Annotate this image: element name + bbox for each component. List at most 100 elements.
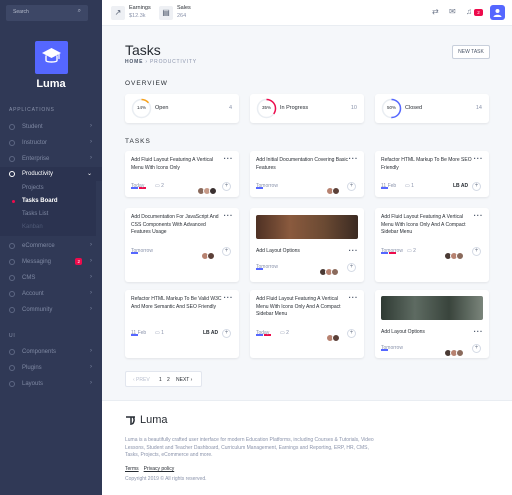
sidebar-item-layouts[interactable]: Layouts ›	[0, 377, 102, 391]
task-title: Add Fluid Layout Featuring A Vertical Me…	[256, 296, 341, 317]
chevron-right-icon: ›	[90, 155, 92, 161]
sidebar-item-plugins[interactable]: Plugins ›	[0, 361, 102, 375]
task-title: Refactor HTML Markup To Be More SEO Frie…	[381, 157, 472, 171]
earnings-label: Earnings	[129, 5, 151, 11]
chevron-right-icon: ›	[90, 380, 92, 386]
task-card[interactable]: Refactor HTML Markup To Be More SEO Frie…	[375, 151, 489, 197]
task-due: 11 Feb	[131, 330, 147, 336]
sidebar-item-components[interactable]: Components ›	[0, 345, 102, 359]
notification-badge: 2	[474, 9, 483, 16]
pagination-prev[interactable]: ‹ PREV	[133, 377, 150, 383]
productivity-icon	[9, 171, 15, 177]
more-options-icon[interactable]: ···	[349, 154, 359, 163]
more-options-icon[interactable]: ···	[224, 293, 234, 302]
add-assignee-button[interactable]: +	[347, 263, 356, 272]
task-tag: LB AD	[453, 183, 469, 189]
add-assignee-button[interactable]: +	[222, 182, 231, 191]
sidebar-item-enterprise[interactable]: Enterprise ›	[0, 152, 102, 166]
more-options-icon[interactable]: ···	[349, 246, 359, 255]
sidebar-subitem-tasks-board[interactable]: Tasks Board	[22, 198, 58, 204]
user-icon	[493, 9, 502, 17]
more-options-icon[interactable]: ···	[349, 293, 359, 302]
add-assignee-button[interactable]: +	[347, 329, 356, 338]
pagination-next[interactable]: NEXT ›	[176, 377, 192, 383]
add-assignee-button[interactable]: +	[472, 247, 481, 256]
task-card[interactable]: Add Documentation For JavaScript And CSS…	[125, 208, 239, 282]
sidebar-subitem-kanban[interactable]: Kanban	[22, 224, 43, 230]
ui-heading: UI	[9, 333, 16, 339]
sidebar-item-community[interactable]: Community ›	[0, 303, 102, 317]
applications-heading: APPLICATIONS	[9, 107, 55, 113]
search-icon[interactable]: ⌕	[78, 8, 81, 15]
task-card[interactable]: ··· Add Layout Options Tomorrow +	[375, 290, 489, 358]
add-assignee-button[interactable]: +	[222, 329, 231, 338]
more-options-icon[interactable]: ···	[224, 211, 234, 220]
sidebar-item-cms[interactable]: CMS ›	[0, 271, 102, 285]
overview-heading: OVERVIEW	[125, 80, 168, 87]
add-assignee-button[interactable]: +	[472, 182, 481, 191]
add-assignee-button[interactable]: +	[222, 247, 231, 256]
overview-card-open[interactable]: 14% Open 4	[125, 94, 239, 123]
instructor-icon	[9, 140, 15, 146]
graduation-cap-icon	[42, 48, 61, 63]
user-avatar[interactable]	[490, 5, 505, 20]
pagination-page-1[interactable]: 1	[159, 377, 162, 383]
brand-mark-icon	[126, 416, 135, 425]
add-assignee-button[interactable]: +	[472, 344, 481, 353]
terms-link[interactable]: Terms	[125, 466, 139, 472]
pagination-page-2[interactable]: 2	[167, 377, 170, 383]
more-options-icon[interactable]: ···	[474, 154, 484, 163]
task-card[interactable]: Add Initial Documentation Covering Basic…	[250, 151, 364, 197]
sidebar-item-student[interactable]: Student ›	[0, 120, 102, 134]
sidebar-subitem-projects[interactable]: Projects	[22, 185, 44, 191]
new-task-button[interactable]: NEW TASK	[452, 45, 490, 59]
more-options-icon[interactable]: ···	[224, 154, 234, 163]
sidebar-item-messaging[interactable]: Messaging 2 ›	[0, 255, 102, 269]
more-options-icon[interactable]: ···	[474, 327, 484, 336]
productivity-submenu: Projects Tasks Board Tasks List Kanban	[0, 181, 96, 236]
label-bars	[131, 176, 147, 189]
task-image	[256, 215, 358, 239]
brand-logo[interactable]	[35, 41, 68, 74]
breadcrumb-home[interactable]: HOME	[125, 59, 143, 65]
overview-card-in-progress[interactable]: 35% In Progress 10	[250, 94, 364, 123]
label-bars	[256, 176, 264, 189]
task-due: Tomorrow	[256, 264, 278, 270]
search-input[interactable]: Search ⌕	[6, 5, 88, 21]
chevron-down-icon: ⌄	[86, 171, 92, 177]
copyright: Copyright 2019 © All rights reserved.	[125, 476, 207, 482]
task-card[interactable]: ··· Add Layout Options Tomorrow +	[250, 208, 364, 282]
task-image	[381, 296, 483, 320]
components-icon	[9, 349, 15, 355]
footer-description: Luma is a beautifully crafted user inter…	[125, 437, 374, 458]
sidebar-item-instructor[interactable]: Instructor ›	[0, 136, 102, 150]
task-card[interactable]: Add Fluid Layout Featuring A Vertical Me…	[375, 208, 489, 282]
sidebar-item-account[interactable]: Account ›	[0, 287, 102, 301]
task-tag: LB AD	[203, 330, 219, 336]
sidebar-subitem-tasks-list[interactable]: Tasks List	[22, 211, 48, 217]
task-due: Today	[131, 183, 145, 189]
search-placeholder: Search	[13, 9, 29, 15]
comments-count: ▭ 1	[405, 183, 414, 189]
mail-icon[interactable]: ✉	[449, 7, 456, 16]
assignee-avatars	[444, 344, 464, 357]
community-icon	[9, 307, 15, 313]
task-card[interactable]: Add Fluid Layout Featuring A Vertical Me…	[250, 290, 364, 358]
sidebar-item-productivity[interactable]: Productivity ⌄	[0, 167, 102, 181]
privacy-link[interactable]: Privacy policy	[144, 466, 175, 472]
comments-count: ▭ 2	[280, 330, 289, 336]
task-card[interactable]: Add Fluid Layout Featuring A Vertical Me…	[125, 151, 239, 197]
assignee-avatars	[319, 263, 339, 276]
add-assignee-button[interactable]: +	[347, 182, 356, 191]
overview-card-closed[interactable]: 50% Closed 14	[375, 94, 489, 123]
task-due: Tomorrow	[256, 183, 278, 189]
cms-icon	[9, 275, 15, 281]
more-options-icon[interactable]: ···	[474, 211, 484, 220]
layouts-icon	[9, 381, 15, 387]
swap-icon[interactable]: ⇄	[432, 7, 439, 16]
task-card[interactable]: Refactor HTML Markup To Be Valid W3C And…	[125, 290, 239, 358]
sidebar-item-ecommerce[interactable]: eCommerce ›	[0, 239, 102, 253]
overview-count: 14	[475, 105, 482, 111]
messaging-badge: 2	[75, 258, 82, 265]
bell-icon[interactable]: ♫	[466, 7, 472, 16]
